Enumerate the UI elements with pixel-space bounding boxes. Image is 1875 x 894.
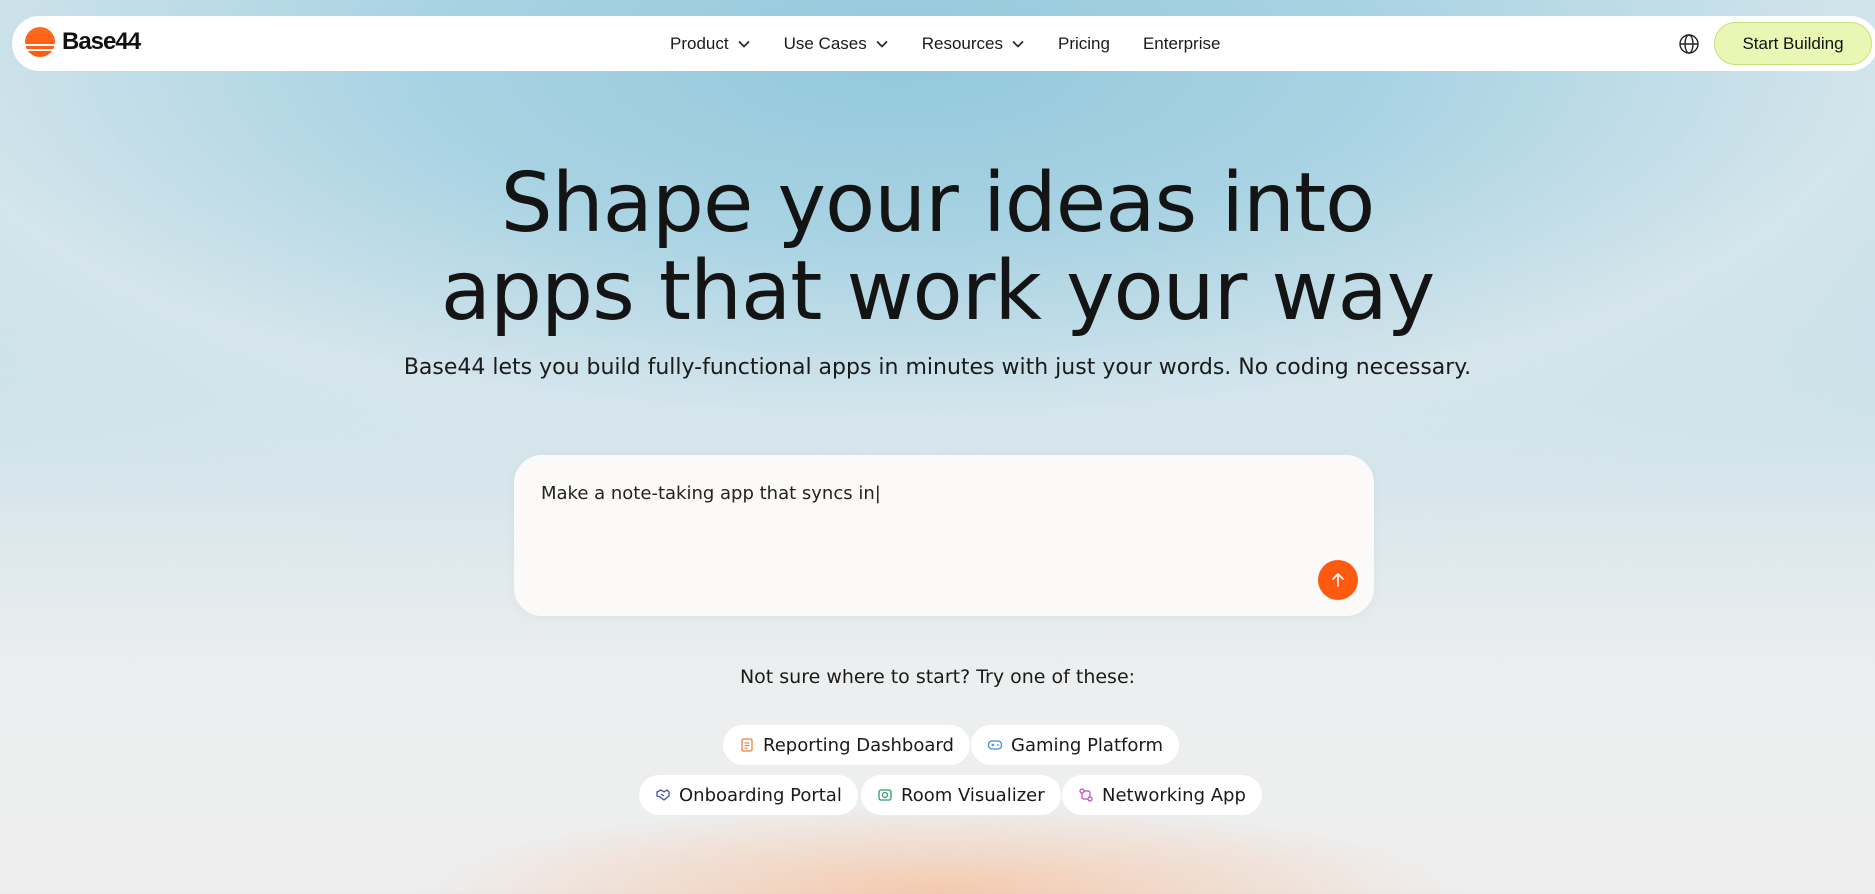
chevron-down-icon xyxy=(738,40,750,48)
prompt-input[interactable]: Make a note-taking app that syncs in| xyxy=(541,483,881,504)
chip-label: Reporting Dashboard xyxy=(763,734,954,756)
network-icon xyxy=(1079,788,1093,802)
nav-item-use-cases[interactable]: Use Cases xyxy=(784,34,889,54)
hero-title: Shape your ideas into apps that work you… xyxy=(0,160,1875,336)
globe-icon[interactable] xyxy=(1677,32,1701,56)
chip-label: Room Visualizer xyxy=(901,784,1045,806)
gamepad-icon xyxy=(987,740,1003,750)
app-idea-prompt-box[interactable]: Make a note-taking app that syncs in| xyxy=(514,455,1374,616)
nav-item-pricing[interactable]: Pricing xyxy=(1058,34,1110,54)
chip-label: Gaming Platform xyxy=(1011,734,1163,756)
hero-subtitle: Base44 lets you build fully-functional a… xyxy=(403,355,1472,380)
hero-title-line-2: apps that work your way xyxy=(440,244,1436,339)
handshake-icon xyxy=(656,789,670,801)
nav-item-resources[interactable]: Resources xyxy=(922,34,1025,54)
nav-item-label: Use Cases xyxy=(783,33,867,53)
suggestion-chip-networking-app[interactable]: Networking App xyxy=(1062,775,1262,815)
hero-title-line-1: Shape your ideas into xyxy=(500,156,1376,251)
chip-label: Networking App xyxy=(1102,784,1246,806)
arrow-up-icon xyxy=(1332,573,1344,587)
chevron-down-icon xyxy=(876,40,888,48)
nav-item-product[interactable]: Product xyxy=(670,34,751,54)
report-icon xyxy=(741,738,753,752)
nav-item-label: Product xyxy=(670,33,729,53)
room-icon xyxy=(878,789,892,801)
nav-item-enterprise[interactable]: Enterprise xyxy=(1143,34,1220,54)
suggestion-chip-reporting-dashboard[interactable]: Reporting Dashboard xyxy=(723,725,970,765)
brand-logo[interactable]: Base44 xyxy=(25,27,141,57)
suggestion-chip-gaming-platform[interactable]: Gaming Platform xyxy=(971,725,1179,765)
chevron-down-icon xyxy=(1012,40,1024,48)
send-button[interactable] xyxy=(1318,560,1358,600)
suggestions-label: Not sure where to start? Try one of thes… xyxy=(739,666,1136,688)
nav-item-label: Resources xyxy=(921,33,1003,53)
start-building-button[interactable]: Start Building xyxy=(1714,22,1872,65)
suggestion-chip-onboarding-portal[interactable]: Onboarding Portal xyxy=(639,775,858,815)
nav-item-label: Pricing xyxy=(1058,33,1110,53)
top-navigation-bar: Base44 Product Use Cases Resources Prici… xyxy=(12,16,1875,71)
suggestion-chip-room-visualizer[interactable]: Room Visualizer xyxy=(861,775,1061,815)
brand-name: Base44 xyxy=(62,28,141,55)
main-menu: Product Use Cases Resources Pricing Ente… xyxy=(670,16,1253,71)
chip-label: Onboarding Portal xyxy=(679,784,842,806)
nav-item-label: Enterprise xyxy=(1142,33,1221,53)
base44-logo-icon xyxy=(25,27,55,57)
